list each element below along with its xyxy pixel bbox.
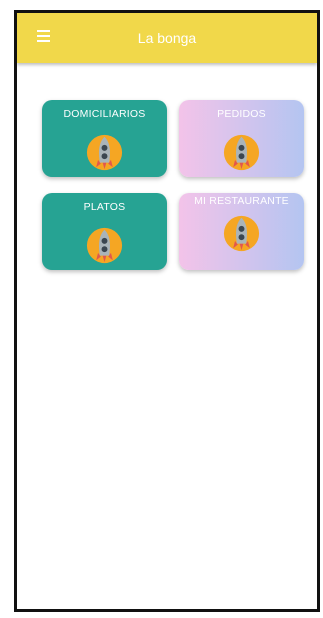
rocket-icon — [223, 215, 260, 252]
card-domiciliarios[interactable]: DOMICILIARIOS — [42, 100, 167, 177]
rocket-icon — [86, 227, 123, 264]
app-bar: La bonga — [17, 13, 317, 63]
card-label: MI RESTAURANTE — [194, 195, 289, 207]
card-label: PEDIDOS — [217, 108, 266, 120]
card-pedidos[interactable]: PEDIDOS — [179, 100, 304, 177]
phone-screen: La bonga DOMICILIARIOS PEDIDOS PLATOS MI… — [14, 10, 320, 612]
app-title: La bonga — [137, 30, 197, 46]
rocket-icon — [86, 134, 123, 171]
card-label: DOMICILIARIOS — [63, 108, 146, 120]
card-mi-restaurante[interactable]: MI RESTAURANTE — [179, 193, 304, 270]
card-label: PLATOS — [83, 201, 126, 213]
card-platos[interactable]: PLATOS — [42, 193, 167, 270]
rocket-icon — [223, 134, 260, 171]
